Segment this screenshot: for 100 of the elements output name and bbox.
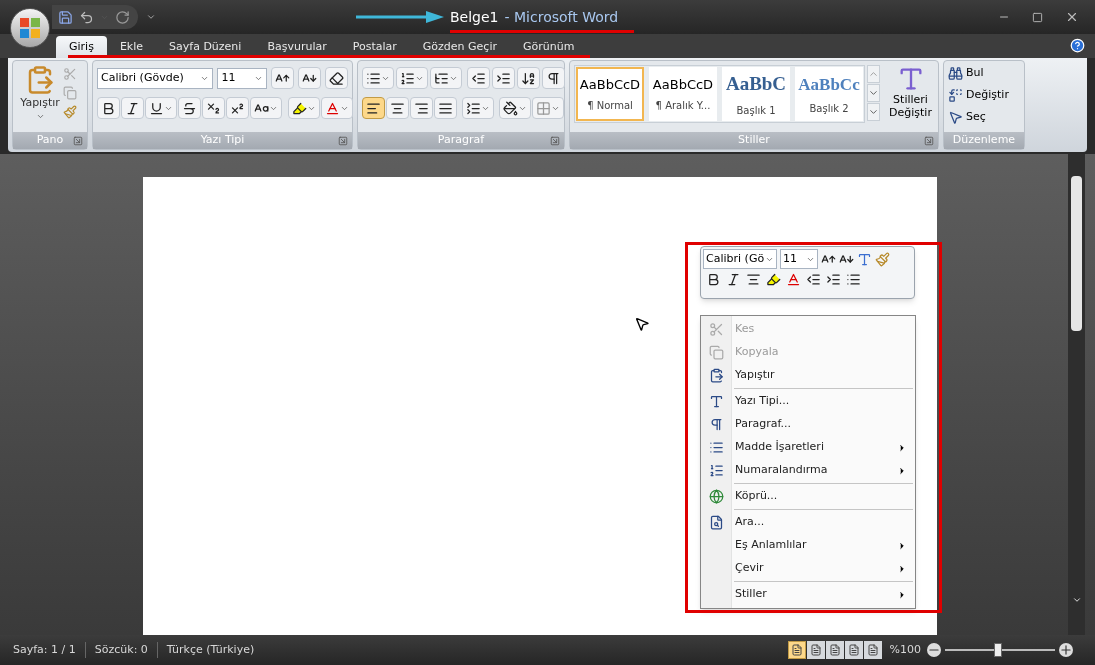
zoom-level[interactable]: %100 (889, 641, 921, 659)
close-icon[interactable] (1065, 10, 1079, 24)
dialog-launcher-icon[interactable] (924, 135, 934, 146)
scroll-down-icon[interactable] (1071, 595, 1082, 605)
status-item[interactable]: Türkçe (Türkiye) (156, 641, 264, 659)
font-size-field[interactable]: 11 (780, 249, 818, 269)
style-swatch[interactable]: AaBbCcD ¶ Normal (576, 67, 644, 121)
style-swatch[interactable]: AaBbC Başlık 1 (722, 67, 790, 121)
font-color-icon[interactable] (786, 272, 801, 287)
menu-item[interactable]: Madde İşaretleri (701, 436, 915, 459)
view-button[interactable] (787, 641, 806, 659)
paste-button[interactable]: Yapıştır (17, 65, 63, 132)
font-size-field[interactable]: 11 (217, 67, 267, 89)
ribbon-tab[interactable]: Ekle (106, 36, 157, 58)
increase-indent-icon[interactable] (826, 272, 841, 287)
view-button[interactable] (806, 641, 825, 659)
save-icon[interactable] (58, 9, 73, 25)
highlight-icon[interactable] (766, 272, 781, 287)
customize-icon[interactable] (146, 12, 156, 22)
italic-button[interactable] (121, 97, 144, 119)
font-field[interactable]: Calibri (Gö (703, 249, 777, 269)
menu-item[interactable]: Yapıştır (701, 364, 915, 387)
status-item[interactable]: Sayfa: 1 / 1 (4, 641, 85, 659)
zoom-out-icon[interactable] (927, 643, 941, 657)
bullets-button[interactable] (362, 67, 394, 89)
change-styles-button[interactable]: Stilleri Değiştir (887, 65, 934, 132)
highlight-button[interactable] (288, 97, 320, 119)
clear-format-button[interactable] (325, 67, 348, 89)
ribbon-tab[interactable]: Postalar (339, 36, 410, 58)
ribbon-tab[interactable]: Başvurular (254, 36, 340, 58)
office-button[interactable] (10, 8, 50, 48)
menu-item[interactable]: Stiller (701, 583, 915, 606)
bullets-icon (366, 70, 381, 86)
style-swatch[interactable]: AaBbCc Başlık 2 (795, 67, 863, 121)
font-color-button[interactable] (321, 97, 353, 119)
align-button[interactable] (386, 97, 409, 119)
help-icon[interactable] (1070, 38, 1085, 53)
menu-item[interactable]: Paragraf... (701, 413, 915, 436)
menu-item[interactable]: Numaralandırma (701, 459, 915, 482)
superscript-button[interactable] (226, 97, 249, 119)
align-button[interactable] (362, 97, 385, 119)
change-case-button[interactable] (250, 97, 282, 119)
dialog-launcher-icon[interactable] (338, 135, 348, 146)
status-item[interactable]: Sözcük: 0 (84, 641, 157, 659)
bullets-icon[interactable] (846, 272, 861, 287)
page-view-icon (809, 644, 822, 656)
redo-icon[interactable] (115, 9, 130, 25)
align-left-icon (366, 100, 381, 116)
align-button[interactable] (434, 97, 457, 119)
view-button[interactable] (825, 641, 844, 659)
editing-button[interactable]: Bul (948, 64, 1020, 82)
numbered-list-icon (708, 463, 724, 478)
ribbon-tab[interactable]: Sayfa Düzeni (156, 36, 255, 58)
zoom-thumb[interactable] (993, 643, 1002, 657)
scissors-icon (708, 322, 724, 337)
line-spacing-button[interactable] (462, 97, 494, 119)
zoom-slider[interactable] (943, 642, 1057, 658)
vertical-scrollbar[interactable] (1068, 154, 1085, 635)
sort-button[interactable] (517, 67, 540, 89)
menu-item[interactable]: Eş Anlamlılar (701, 534, 915, 557)
view-button[interactable] (844, 641, 863, 659)
align-center-icon[interactable] (746, 272, 761, 287)
increase-indent-button[interactable] (492, 67, 515, 89)
bold-button[interactable] (97, 97, 120, 119)
subscript-button[interactable] (202, 97, 225, 119)
maximize-icon[interactable] (1032, 11, 1043, 23)
menu-item[interactable]: Köprü... (701, 485, 915, 508)
zoom-in-icon[interactable] (1059, 643, 1073, 657)
menu-item[interactable]: Yazı Tipi... (701, 390, 915, 413)
grow-font-button[interactable] (271, 67, 294, 89)
format-painter-icon[interactable] (875, 251, 890, 267)
styles-icon[interactable] (857, 251, 872, 267)
shrink-font-button[interactable] (298, 67, 321, 89)
search-icon (708, 515, 724, 530)
borders-icon (536, 100, 551, 116)
style-swatch[interactable]: AaBbCcD ¶ Aralık Y... (649, 67, 717, 121)
scroll-thumb[interactable] (1071, 176, 1082, 331)
underline-button[interactable] (145, 97, 177, 119)
strikethrough-button[interactable] (178, 97, 201, 119)
editing-button[interactable]: Seç (948, 108, 1020, 126)
align-button[interactable] (410, 97, 433, 119)
pilcrow-button[interactable] (542, 67, 565, 89)
shading-button[interactable] (499, 97, 531, 119)
dialog-launcher-icon[interactable] (73, 135, 83, 146)
view-button[interactable] (863, 641, 882, 659)
italic-icon[interactable] (726, 272, 741, 287)
bold-icon[interactable] (706, 272, 721, 287)
menu-item[interactable]: Ara... (701, 511, 915, 534)
font-field[interactable]: Calibri (Gövde) (97, 67, 214, 89)
multilevel-list-button[interactable] (430, 67, 462, 89)
undo-icon[interactable] (79, 9, 94, 25)
numbering-button[interactable] (396, 67, 428, 89)
ribbon-tab[interactable]: Gözden Geçir (409, 36, 510, 58)
dialog-launcher-icon[interactable] (550, 135, 560, 146)
decrease-indent-button[interactable] (467, 67, 490, 89)
editing-button[interactable]: Değiştir (948, 86, 1020, 104)
menu-item[interactable]: Çevir (701, 557, 915, 580)
ribbon-tab[interactable]: Görünüm (510, 36, 588, 58)
decrease-indent-icon[interactable] (806, 272, 821, 287)
ribbon-tab[interactable]: Giriş (56, 36, 107, 58)
